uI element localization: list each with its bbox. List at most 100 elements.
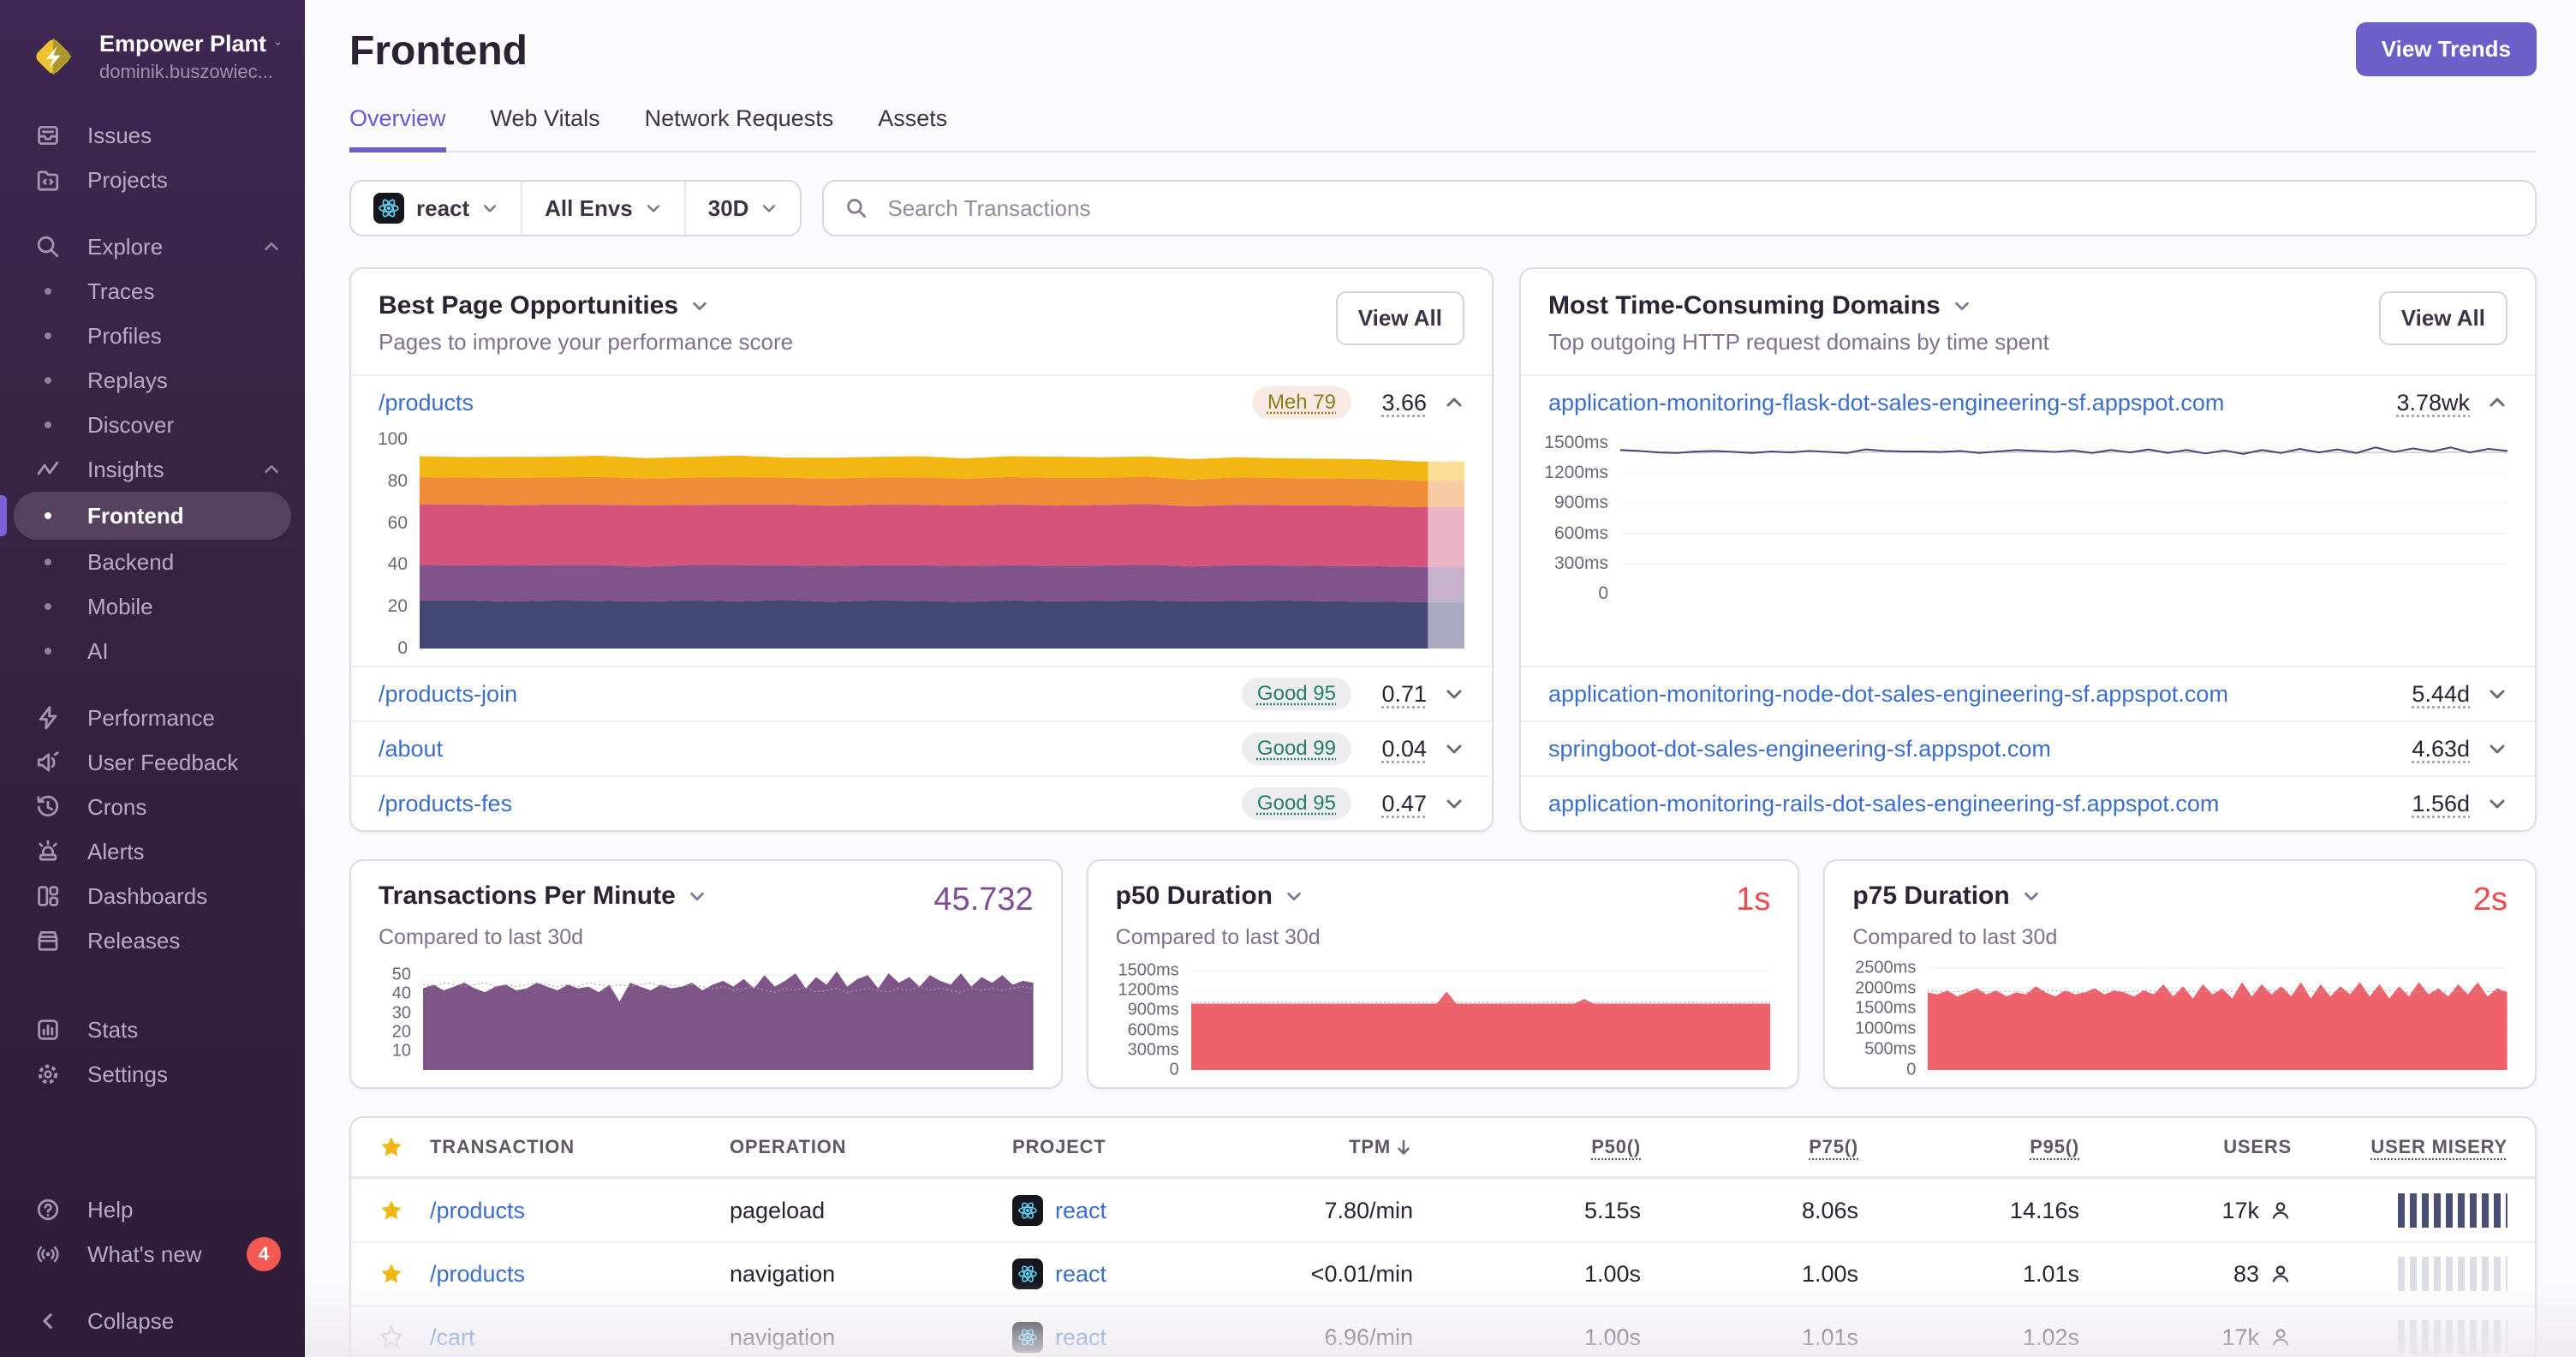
sidebar-item-whats-new[interactable]: What's new 4: [0, 1232, 305, 1276]
transaction-link[interactable]: /cart: [430, 1324, 730, 1351]
sidebar-item-issues[interactable]: Issues: [0, 113, 305, 158]
project-filter[interactable]: react: [351, 182, 521, 235]
collapse-row-icon[interactable]: [1444, 392, 1464, 413]
project-link[interactable]: react: [1055, 1261, 1106, 1288]
sidebar-item-crons[interactable]: Crons: [0, 785, 305, 829]
react-icon: [373, 193, 404, 224]
metric-subtitle: Compared to last 30d: [1852, 925, 2058, 949]
project-link[interactable]: react: [1055, 1324, 1106, 1351]
sidebar-item-ai[interactable]: AI: [0, 629, 305, 673]
bullet-icon: [45, 512, 51, 519]
star-toggle[interactable]: [379, 1324, 430, 1350]
search-input[interactable]: [884, 193, 2514, 224]
metric-title-dropdown[interactable]: p75 Duration: [1852, 882, 2040, 911]
star-toggle[interactable]: [379, 1198, 430, 1223]
sidebar-item-frontend[interactable]: Frontend: [0, 492, 291, 540]
column-header-p95[interactable]: P95(): [1858, 1136, 2079, 1158]
metric-title-dropdown[interactable]: Transactions Per Minute: [379, 882, 707, 911]
sidebar-item-profiles[interactable]: Profiles: [0, 314, 305, 358]
page-title: Frontend: [349, 28, 528, 74]
p50-cell: 5.15s: [1583, 1197, 1641, 1223]
column-header-operation[interactable]: OPERATION: [730, 1136, 1012, 1158]
domain-row: application-monitoring-rails-dot-sales-e…: [1521, 775, 2535, 830]
domain-link[interactable]: application-monitoring-node-dot-sales-en…: [1548, 681, 2374, 708]
column-header-tpm[interactable]: TPM: [1269, 1136, 1413, 1158]
environment-filter[interactable]: All Envs: [521, 182, 684, 235]
metric-value: 45.732: [933, 882, 1034, 918]
transaction-link[interactable]: /products: [430, 1198, 730, 1224]
expand-row-icon[interactable]: [1444, 684, 1464, 704]
performance-score-badge: Good 99: [1241, 732, 1351, 765]
sidebar-item-mobile[interactable]: Mobile: [0, 584, 305, 629]
domains-view-all-button[interactable]: View All: [2378, 291, 2507, 345]
dashboard-grid-icon: [33, 881, 63, 912]
sidebar-collapse-button[interactable]: Collapse: [0, 1299, 305, 1343]
p75-cell: 8.06s: [1801, 1197, 1858, 1223]
tab-web-vitals[interactable]: Web Vitals: [491, 105, 600, 152]
sidebar-item-settings[interactable]: Settings: [0, 1052, 305, 1097]
sidebar-section-insights[interactable]: Insights: [0, 447, 305, 492]
sidebar-item-user-feedback[interactable]: User Feedback: [0, 740, 305, 785]
expand-row-icon[interactable]: [2487, 684, 2507, 704]
opportunity-score: 3.66: [1381, 389, 1427, 415]
p95-cell: 1.02s: [2022, 1324, 2079, 1350]
collapse-row-icon[interactable]: [2487, 392, 2507, 413]
issues-icon: [33, 120, 63, 151]
sidebar-section-explore[interactable]: Explore: [0, 224, 305, 269]
metric-title-dropdown[interactable]: p50 Duration: [1116, 882, 1303, 911]
transaction-link[interactable]: /products-join: [379, 681, 1225, 708]
star-toggle[interactable]: [379, 1261, 430, 1287]
column-header-project[interactable]: PROJECT: [1012, 1136, 1269, 1158]
transaction-link[interactable]: /products-fes: [379, 791, 1225, 817]
sidebar-item-dashboards[interactable]: Dashboards: [0, 874, 305, 918]
column-header-p50[interactable]: P50(): [1413, 1136, 1641, 1158]
broadcast-icon: [33, 1239, 63, 1270]
expand-row-icon[interactable]: [2487, 793, 2507, 814]
opportunity-score: 0.04: [1381, 735, 1427, 762]
sidebar-item-stats[interactable]: Stats: [0, 1007, 305, 1052]
sidebar-item-projects[interactable]: Projects: [0, 158, 305, 202]
date-range-filter[interactable]: 30D: [683, 182, 801, 235]
tab-network-requests[interactable]: Network Requests: [645, 105, 834, 152]
column-header-user-misery[interactable]: USER MISERY: [2292, 1136, 2507, 1158]
domain-link[interactable]: application-monitoring-rails-dot-sales-e…: [1548, 791, 2374, 817]
org-name: Empower Plant: [99, 31, 281, 57]
tab-overview[interactable]: Overview: [349, 105, 446, 152]
sidebar-item-alerts[interactable]: Alerts: [0, 829, 305, 874]
sidebar-item-traces[interactable]: Traces: [0, 269, 305, 314]
transaction-link[interactable]: /products: [430, 1261, 730, 1288]
search-icon: [33, 231, 63, 262]
sidebar-item-performance[interactable]: Performance: [0, 696, 305, 740]
domains-title-dropdown[interactable]: Most Time-Consuming Domains: [1548, 291, 2507, 320]
org-switcher[interactable]: Empower Plant dominik.buszowiec...: [0, 21, 305, 113]
metric-value: 1s: [1736, 882, 1771, 918]
tab-assets[interactable]: Assets: [878, 105, 947, 152]
view-trends-button[interactable]: View Trends: [2355, 22, 2537, 76]
best-pages-title-dropdown[interactable]: Best Page Opportunities: [379, 291, 1464, 320]
expand-row-icon[interactable]: [1444, 793, 1464, 814]
column-header-transaction[interactable]: TRANSACTION: [430, 1136, 730, 1158]
operation-cell: navigation: [730, 1260, 836, 1287]
sidebar-item-backend[interactable]: Backend: [0, 540, 305, 584]
project-link[interactable]: react: [1055, 1198, 1106, 1224]
best-pages-view-all-button[interactable]: View All: [1335, 291, 1464, 345]
sidebar-item-replays[interactable]: Replays: [0, 358, 305, 403]
sidebar-item-releases[interactable]: Releases: [0, 918, 305, 963]
opportunity-score: 0.47: [1381, 790, 1427, 816]
gear-icon: [33, 1059, 63, 1090]
sidebar-item-discover[interactable]: Discover: [0, 403, 305, 447]
domain-link[interactable]: springboot-dot-sales-engineering-sf.apps…: [1548, 736, 2374, 762]
table-row: /products pageload react 7.80/min 5.15s …: [351, 1178, 2535, 1241]
megaphone-icon: [33, 747, 63, 778]
transaction-link[interactable]: /products: [379, 390, 1235, 416]
domain-link[interactable]: application-monitoring-flask-dot-sales-e…: [1548, 390, 2374, 416]
sidebar: Empower Plant dominik.buszowiec... Issue…: [0, 0, 305, 1357]
column-header-users[interactable]: USERS: [2079, 1136, 2292, 1158]
sidebar-item-help[interactable]: Help: [0, 1187, 305, 1232]
tpm-metric-card: Transactions Per Minute 45.732 Compared …: [349, 859, 1063, 1089]
expand-row-icon[interactable]: [2487, 738, 2507, 759]
react-icon: [1012, 1322, 1043, 1353]
transaction-link[interactable]: /about: [379, 736, 1225, 762]
expand-row-icon[interactable]: [1444, 738, 1464, 759]
column-header-p75[interactable]: P75(): [1641, 1136, 1858, 1158]
